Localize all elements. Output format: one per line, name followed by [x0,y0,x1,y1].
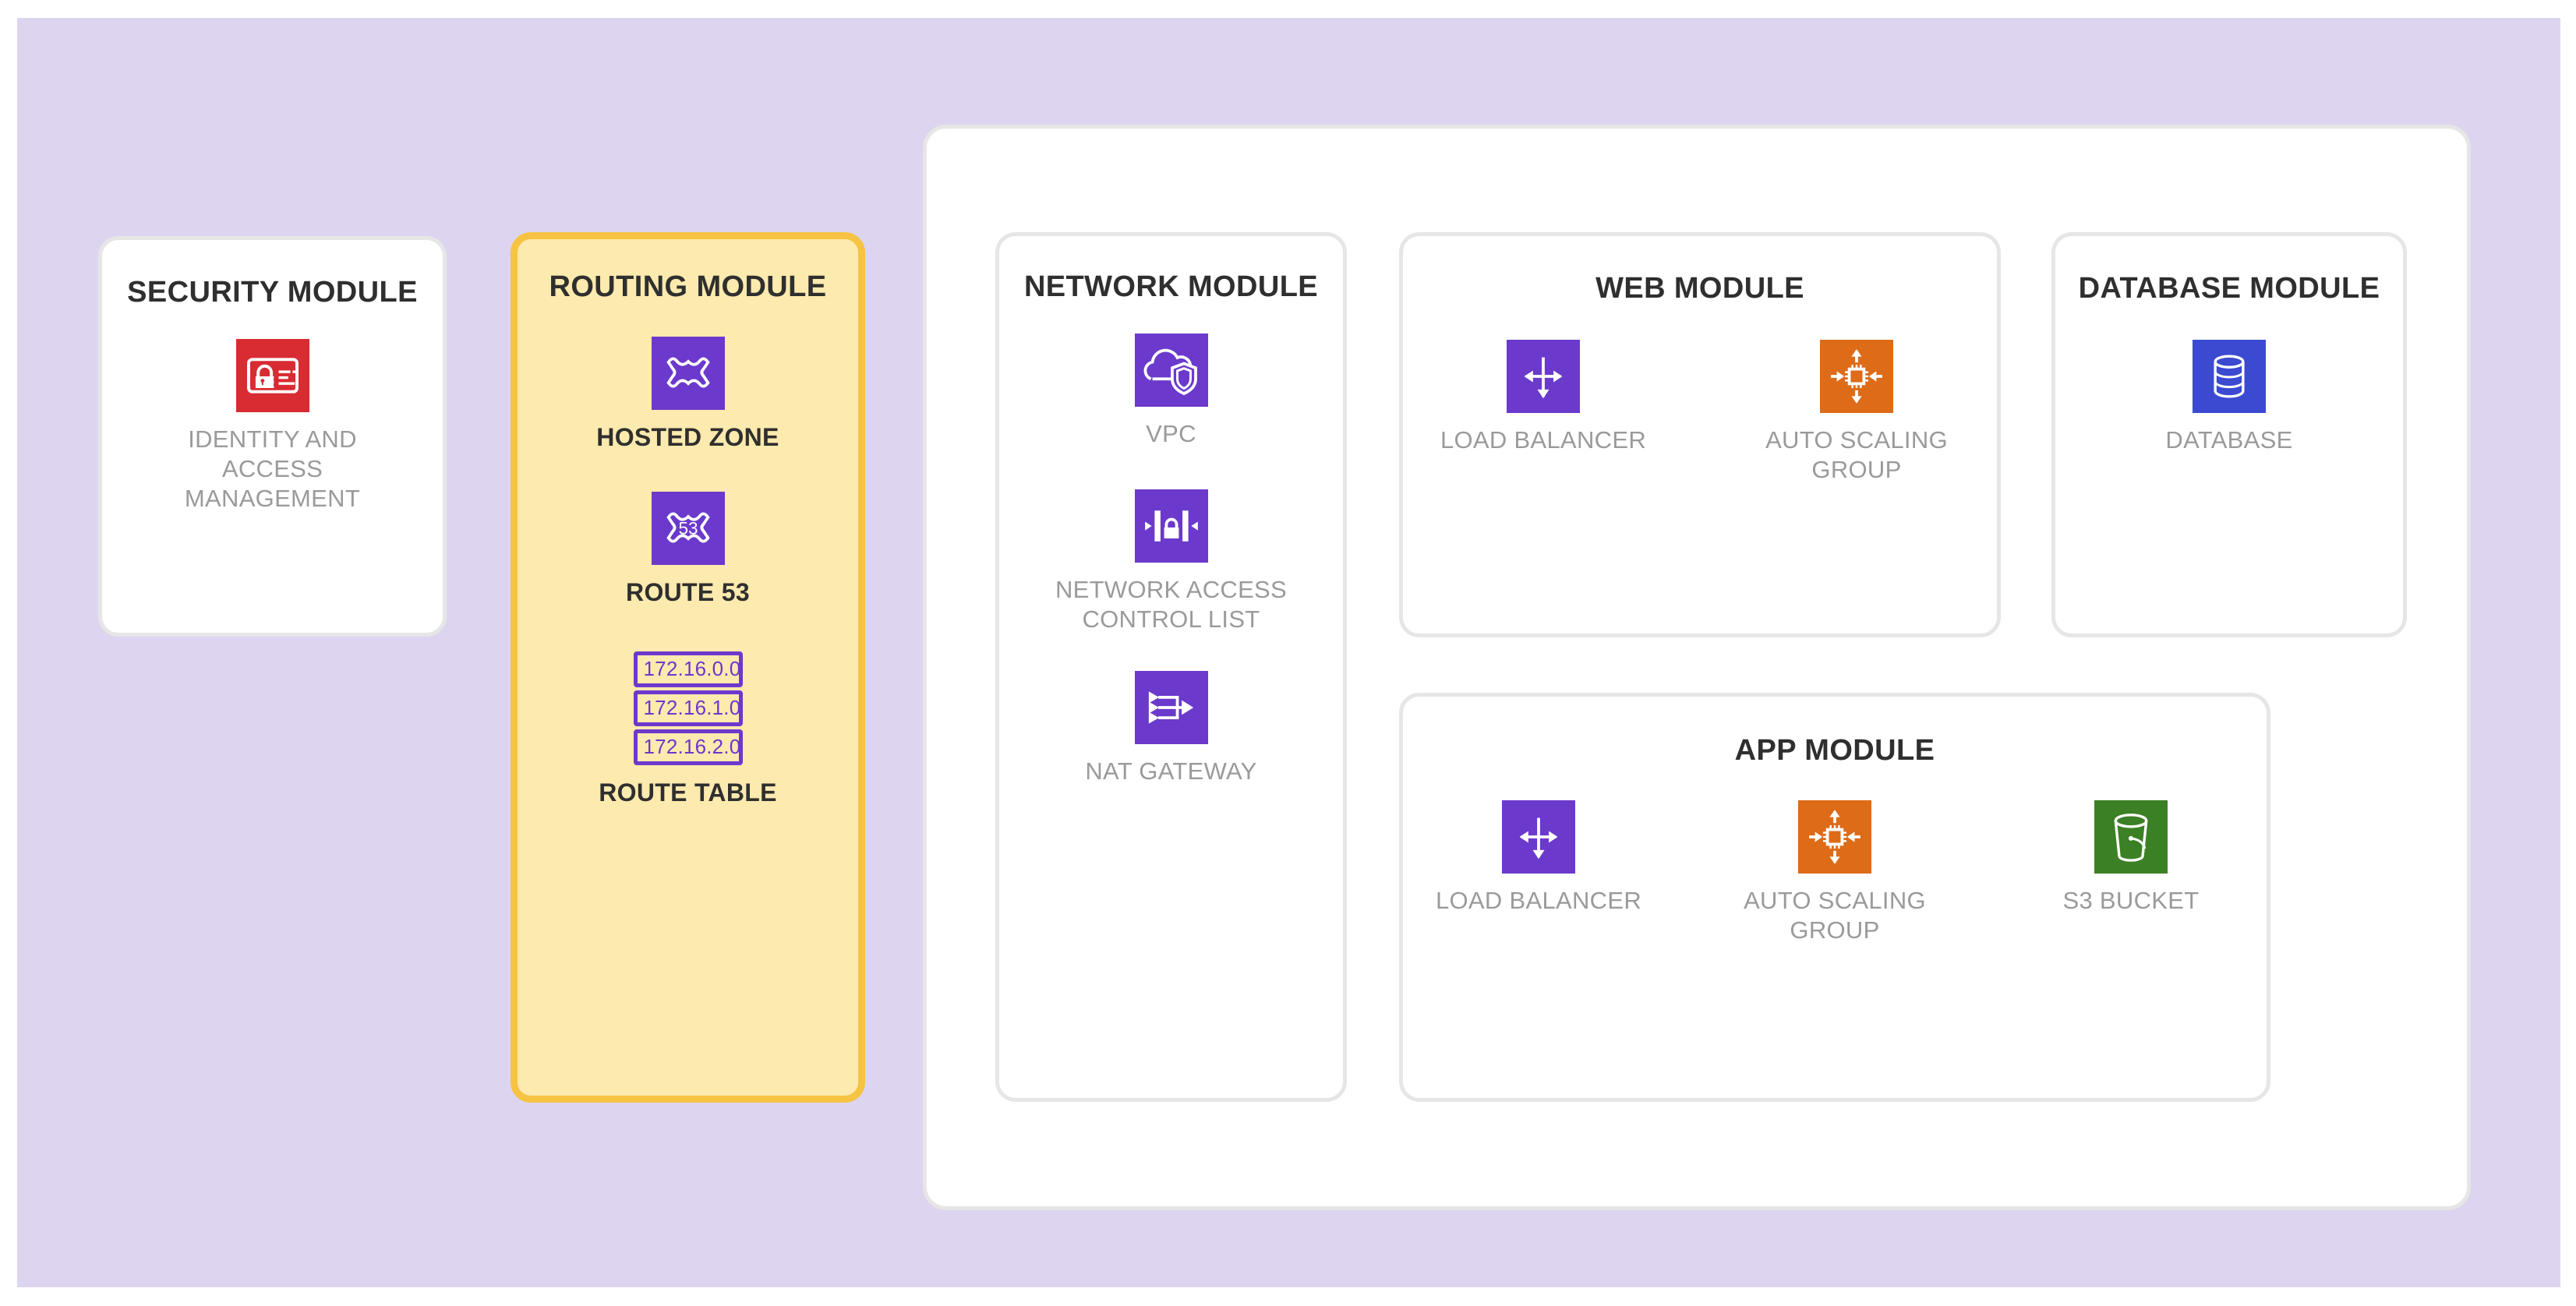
s3-bucket-icon [2094,800,2168,874]
service-auto-scaling-group[interactable]: AUTO SCALING GROUP [1736,340,1977,485]
service-label: AUTO SCALING GROUP [1718,886,1952,945]
auto-scaling-group-icon [1820,340,1893,413]
vpc-icon [1135,334,1208,407]
web-module-card[interactable]: WEB MODULE LOAD BALANCER [1399,232,2001,637]
service-label: HOSTED ZONE [596,422,779,453]
web-module-services: LOAD BALANCER [1403,340,1997,485]
iam-icon [236,339,309,412]
service-label: IDENTITY AND ACCESS MANAGEMENT [156,425,390,513]
app-module-title: APP MODULE [1403,734,2267,768]
network-module-card[interactable]: NETWORK MODULE VPC NETWORK ACCESS C [995,232,1347,1102]
service-label: DATABASE [2165,425,2292,455]
network-module-title: NETWORK MODULE [999,270,1343,304]
service-hosted-zone[interactable]: HOSTED ZONE [518,337,858,453]
diagram-canvas: SECURITY MODULE IDENTITY AND A [0,0,2576,1306]
database-module-body: DATABASE [2055,340,2403,455]
service-route-table[interactable]: 172.16.0.0 172.16.1.0 172.16.2.0 ROUTE T… [518,651,858,808]
security-module-title: SECURITY MODULE [102,276,443,309]
service-s3-bucket[interactable]: S3 BUCKET [2014,800,2248,916]
hosted-zone-icon [652,337,725,410]
service-vpc[interactable]: VPC [999,334,1343,449]
service-label: NAT GATEWAY [1027,757,1316,786]
security-module-body: IDENTITY AND ACCESS MANAGEMENT [102,339,443,513]
service-identity-and-access-management[interactable]: IDENTITY AND ACCESS MANAGEMENT [102,339,443,513]
web-module-title: WEB MODULE [1403,272,1997,305]
database-module-title: DATABASE MODULE [2055,272,2403,305]
service-label: LOAD BALANCER [1422,886,1655,916]
route-table-entry: 172.16.2.0 [634,729,743,765]
load-balancer-icon [1502,800,1575,874]
service-label: AUTO SCALING GROUP [1736,425,1977,485]
route53-icon: 53 [652,492,725,565]
auto-scaling-group-icon [1798,800,1871,874]
routing-module-card[interactable]: ROUTING MODULE HOSTED ZONE 53 ROUTE 53 1… [511,232,865,1103]
service-load-balancer[interactable]: LOAD BALANCER [1422,800,1655,916]
service-label: NETWORK ACCESS CONTROL LIST [1027,575,1316,634]
app-module-services: LOAD BALANCER [1403,800,2267,945]
service-auto-scaling-group[interactable]: AUTO SCALING GROUP [1718,800,1952,945]
database-icon [2193,340,2266,413]
security-module-card[interactable]: SECURITY MODULE IDENTITY AND A [98,236,447,637]
network-acl-icon [1135,489,1208,563]
svg-text:53: 53 [678,519,698,538]
service-load-balancer[interactable]: LOAD BALANCER [1422,340,1664,455]
service-label: ROUTE 53 [626,577,750,608]
app-module-card[interactable]: APP MODULE LOAD BALANCER [1399,693,2270,1102]
service-label: VPC [1027,419,1316,449]
service-database[interactable]: DATABASE [2055,340,2403,455]
service-label: ROUTE TABLE [599,778,776,808]
nat-gateway-icon [1135,671,1208,744]
route-table-icon: 172.16.0.0 172.16.1.0 172.16.2.0 [634,651,743,765]
route-table-entry: 172.16.0.0 [634,651,743,687]
service-network-access-control-list[interactable]: NETWORK ACCESS CONTROL LIST [999,489,1343,634]
load-balancer-icon [1507,340,1580,413]
service-route-53[interactable]: 53 ROUTE 53 [518,492,858,608]
route-table-entry: 172.16.1.0 [634,690,743,726]
routing-module-title: ROUTING MODULE [518,270,858,304]
service-label: LOAD BALANCER [1422,425,1664,455]
service-label: S3 BUCKET [2014,886,2248,916]
database-module-card[interactable]: DATABASE MODULE DATABASE [2051,232,2407,637]
service-nat-gateway[interactable]: NAT GATEWAY [999,671,1343,786]
